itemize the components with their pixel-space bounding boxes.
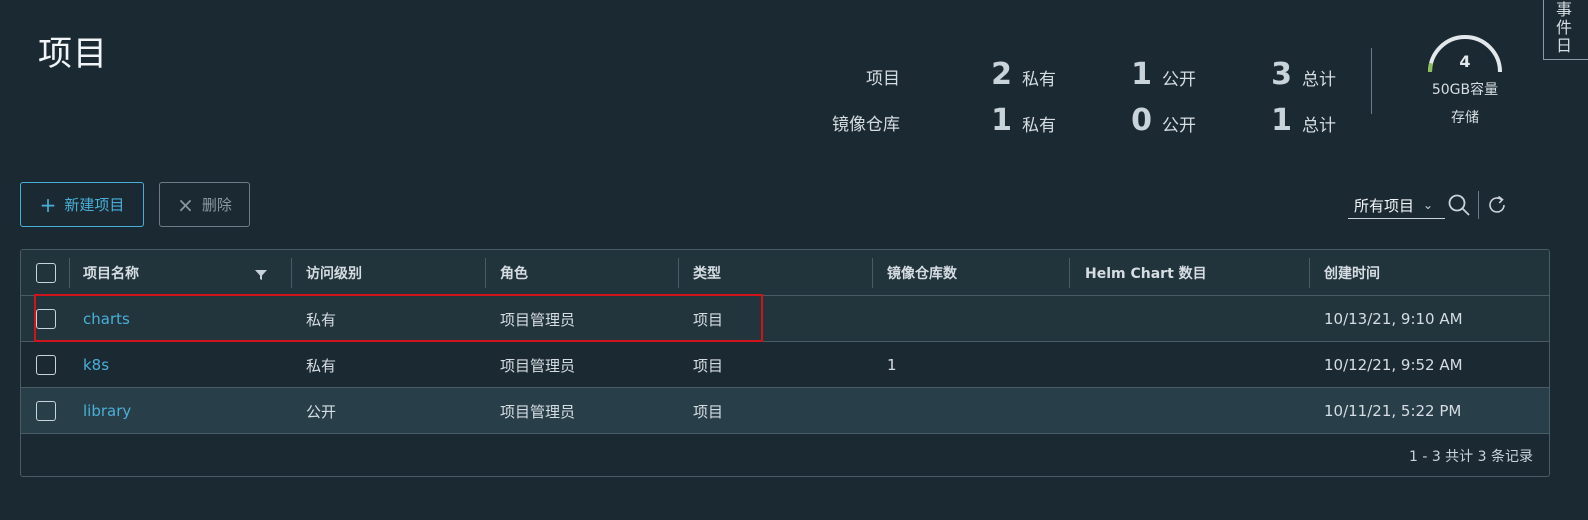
toolbar-divider xyxy=(1478,191,1479,219)
project-summary-label: 项目 xyxy=(866,69,900,89)
storage-capacity: 50GB容量 xyxy=(1431,82,1499,98)
project-total-stat: 3 总计 xyxy=(1202,58,1342,92)
project-private-count: 2 xyxy=(991,57,1012,92)
project-summary-row: 项目 2 私有 1 公开 3 总计 xyxy=(800,52,1342,92)
table-row: library 公开 项目管理员 项目 10/11/21, 5:22 PM xyxy=(21,388,1549,434)
access-level: 公开 xyxy=(306,402,337,421)
projects-page: 项目 事件日 项目 2 私有 1 公开 3 总计 镜像仓库 1 私有 0 公开 … xyxy=(0,0,1588,520)
project-name-link[interactable]: k8s xyxy=(83,342,109,388)
creation-time: 10/11/21, 5:22 PM xyxy=(1324,402,1462,420)
creation-time: 10/12/21, 9:52 AM xyxy=(1324,356,1463,374)
filter-icon[interactable] xyxy=(255,269,267,281)
role: 项目管理员 xyxy=(500,356,576,375)
project-name-link[interactable]: library xyxy=(83,388,131,434)
project-public-count: 1 xyxy=(1131,57,1152,92)
repository-private-label: 私有 xyxy=(1022,116,1056,136)
project-private-label: 私有 xyxy=(1022,70,1056,90)
storage-label: 存储 xyxy=(1451,110,1479,126)
access-level: 私有 xyxy=(306,310,337,329)
column-divider xyxy=(872,258,873,288)
column-divider xyxy=(69,258,70,288)
column-divider xyxy=(485,258,486,288)
project-filter-select[interactable]: 所有项目 ⌄ xyxy=(1348,192,1445,219)
row-checkbox[interactable] xyxy=(36,355,56,375)
delete-button[interactable]: × 删除 xyxy=(159,182,250,227)
storage-usage-value: 4 xyxy=(1459,52,1471,71)
role: 项目管理员 xyxy=(500,402,576,421)
role: 项目管理员 xyxy=(500,310,576,329)
search-icon[interactable] xyxy=(1447,193,1471,217)
column-header-name[interactable]: 项目名称 xyxy=(83,250,139,296)
project-total-count: 3 xyxy=(1271,57,1292,92)
project-total-label: 总计 xyxy=(1302,70,1336,90)
delete-label: 删除 xyxy=(201,196,232,214)
event-log-tab[interactable]: 事件日 xyxy=(1543,0,1588,60)
project-public-label: 公开 xyxy=(1162,70,1196,90)
table-row: k8s 私有 项目管理员 项目 1 10/12/21, 9:52 AM xyxy=(21,342,1549,388)
new-project-label: 新建项目 xyxy=(64,196,125,214)
repository-summary-row: 镜像仓库 1 私有 0 公开 1 总计 xyxy=(800,98,1342,138)
projects-table: 项目名称 访问级别 角色 类型 镜像仓库数 Helm Chart 数目 创建时间… xyxy=(20,249,1550,477)
type: 项目 xyxy=(693,356,724,375)
column-header-type[interactable]: 类型 xyxy=(693,250,721,296)
column-divider xyxy=(1309,258,1310,288)
table-header: 项目名称 访问级别 角色 类型 镜像仓库数 Helm Chart 数目 创建时间 xyxy=(21,250,1549,296)
repository-private-count: 1 xyxy=(991,103,1012,138)
refresh-icon[interactable] xyxy=(1486,194,1508,216)
type: 项目 xyxy=(693,402,724,421)
table-row: charts 私有 项目管理员 项目 10/13/21, 9:10 AM xyxy=(21,296,1549,342)
column-header-chart-count[interactable]: Helm Chart 数目 xyxy=(1085,250,1207,296)
new-project-button[interactable]: + 新建项目 xyxy=(20,182,144,227)
repo-count: 1 xyxy=(887,356,897,374)
select-all-checkbox[interactable] xyxy=(36,263,56,283)
row-checkbox[interactable] xyxy=(36,401,56,421)
repository-total-label: 总计 xyxy=(1302,116,1336,136)
row-checkbox[interactable] xyxy=(36,309,56,329)
project-private-stat: 2 私有 xyxy=(922,58,1062,92)
event-log-tab-label: 事件日 xyxy=(1553,1,1572,55)
creation-time: 10/13/21, 9:10 AM xyxy=(1324,310,1463,328)
access-level: 私有 xyxy=(306,356,337,375)
project-name-link[interactable]: charts xyxy=(83,296,130,342)
chevron-down-icon: ⌄ xyxy=(1423,198,1434,212)
column-header-repo-count[interactable]: 镜像仓库数 xyxy=(887,250,957,296)
project-filter-value: 所有项目 xyxy=(1354,196,1415,215)
project-public-stat: 1 公开 xyxy=(1062,58,1202,92)
repository-public-count: 0 xyxy=(1131,103,1152,138)
summary-divider xyxy=(1371,48,1372,114)
repository-private-stat: 1 私有 xyxy=(922,104,1062,138)
repository-total-count: 1 xyxy=(1271,103,1292,138)
repository-public-stat: 0 公开 xyxy=(1062,104,1202,138)
page-title: 项目 xyxy=(38,34,108,74)
pagination-summary: 1 - 3 共计 3 条记录 xyxy=(1408,449,1533,465)
repository-summary-label: 镜像仓库 xyxy=(832,115,900,135)
column-header-access[interactable]: 访问级别 xyxy=(306,250,362,296)
plus-icon: + xyxy=(39,192,57,217)
repository-total-stat: 1 总计 xyxy=(1202,104,1342,138)
column-divider xyxy=(291,258,292,288)
repository-public-label: 公开 xyxy=(1162,116,1196,136)
close-icon: × xyxy=(177,192,194,217)
column-divider xyxy=(1069,258,1070,288)
column-header-created[interactable]: 创建时间 xyxy=(1324,250,1380,296)
storage-gauge: 4 50GB容量 存储 xyxy=(1424,32,1506,126)
column-divider xyxy=(678,258,679,288)
column-header-role[interactable]: 角色 xyxy=(500,250,528,296)
type: 项目 xyxy=(693,310,724,329)
